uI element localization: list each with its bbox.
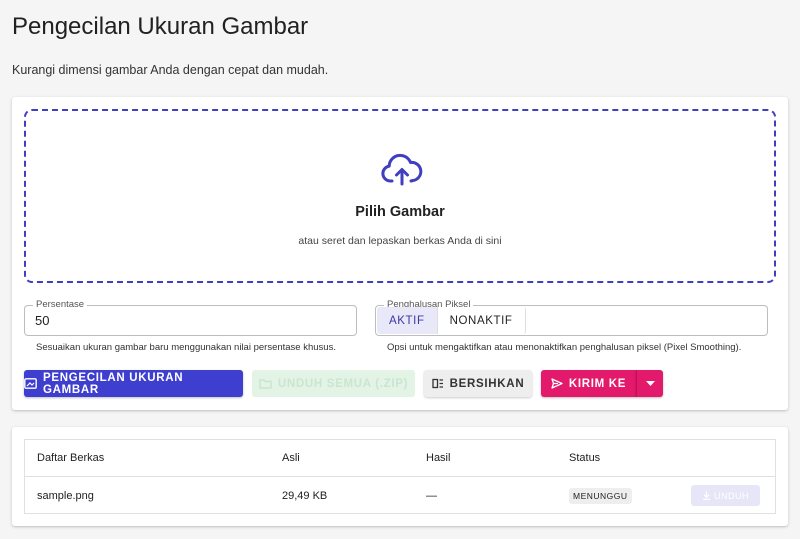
table-header: Daftar Berkas Asli Hasil Status — [25, 440, 775, 477]
status-cell: MENUNGGU — [569, 477, 632, 514]
status-badge: MENUNGGU — [569, 487, 632, 504]
row-download-button[interactable]: UNDUH — [691, 485, 760, 506]
resize-button-label: PENGECILAN UKURAN GAMBAR — [42, 371, 184, 396]
file-dropzone[interactable]: Pilih Gambar atau seret dan lepaskan ber… — [24, 109, 776, 283]
resize-button[interactable]: PENGECILAN UKURAN GAMBAR — [24, 370, 243, 397]
folder-icon — [259, 379, 272, 389]
file-list-card: Daftar Berkas Asli Hasil Status sample.p… — [12, 427, 788, 526]
row-download-label: UNDUH — [714, 490, 749, 501]
image-resize-icon — [24, 378, 37, 389]
percent-input[interactable] — [35, 313, 335, 328]
percent-field: Persentase — [24, 299, 357, 336]
column-header-result: Hasil — [426, 452, 451, 464]
clear-list-icon — [432, 378, 443, 389]
send-to-dropdown-button[interactable] — [636, 370, 663, 397]
action-cell: UNDUH — [691, 477, 760, 514]
smoothing-field: Penghalusan Piksel AKTIF NONAKTIF — [375, 299, 768, 336]
clear-button[interactable]: BERSIHKAN — [424, 370, 532, 397]
download-icon — [703, 491, 710, 500]
smoothing-off-toggle[interactable]: NONAKTIF — [436, 307, 525, 334]
smoothing-on-toggle[interactable]: AKTIF — [377, 307, 437, 334]
send-icon — [551, 378, 563, 389]
file-table: Daftar Berkas Asli Hasil Status sample.p… — [24, 439, 776, 514]
send-to-button-label: KIRIM KE — [568, 377, 627, 390]
send-to-button[interactable]: KIRIM KE — [541, 370, 636, 397]
result-size: — — [426, 489, 437, 502]
percent-field-label: Persentase — [33, 299, 88, 311]
column-header-file-list: Daftar Berkas — [37, 452, 105, 464]
download-all-button-label: UNDUH SEMUA (.ZIP) — [277, 377, 409, 390]
dropzone-subtitle: atau seret dan lepaskan berkas Anda di s… — [298, 235, 502, 247]
page-title: Pengecilan Ukuran Gambar — [12, 13, 309, 40]
download-all-button[interactable]: UNDUH SEMUA (.ZIP) — [252, 370, 415, 397]
column-header-original: Asli — [282, 452, 300, 464]
percent-hint: Sesuaikan ukuran gambar baru menggunakan… — [36, 342, 336, 353]
file-name: sample.png — [37, 489, 94, 502]
cloud-upload-icon — [381, 153, 423, 186]
resize-card: Pilih Gambar atau seret dan lepaskan ber… — [12, 97, 788, 410]
clear-button-label: BERSIHKAN — [449, 377, 525, 390]
smoothing-hint: Opsi untuk mengaktifkan atau menonaktifk… — [387, 342, 742, 353]
caret-down-icon — [645, 381, 655, 386]
original-size: 29,49 KB — [282, 489, 328, 502]
page-subtitle: Kurangi dimensi gambar Anda dengan cepat… — [12, 63, 329, 77]
column-header-status: Status — [569, 452, 601, 464]
table-row: sample.png 29,49 KB — MENUNGGU UNDUH — [25, 477, 775, 514]
smoothing-toggle-group: AKTIF NONAKTIF — [377, 307, 526, 334]
dropzone-title: Pilih Gambar — [355, 204, 445, 220]
